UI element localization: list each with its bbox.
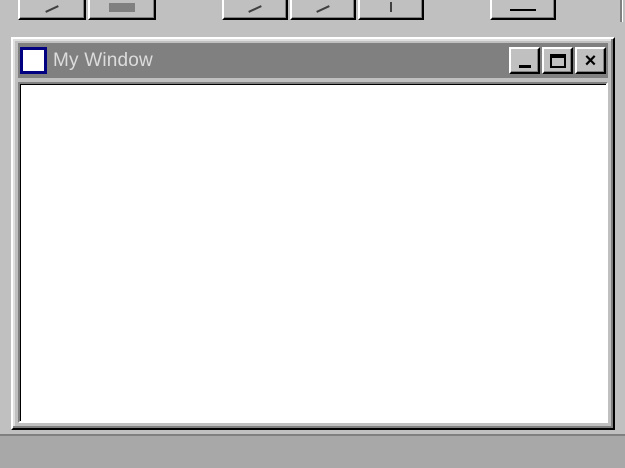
toolbar-button-3[interactable]	[222, 0, 288, 20]
toolbar-button-1[interactable]	[18, 0, 86, 20]
maximize-icon	[549, 53, 566, 68]
bottom-bar	[0, 434, 625, 468]
arrow-icon	[316, 5, 330, 13]
toolbar-button-4[interactable]	[290, 0, 356, 20]
my-window[interactable]: My Window ×	[11, 37, 615, 430]
window-title: My Window	[53, 49, 153, 71]
line-icon	[390, 2, 392, 12]
minimize-button[interactable]	[509, 47, 540, 74]
minimize-icon	[518, 65, 531, 68]
close-icon: ×	[584, 49, 597, 72]
window-titlebar[interactable]: My Window ×	[18, 43, 608, 78]
block-icon	[109, 3, 135, 12]
toolbar	[0, 0, 625, 26]
toolbar-separator	[620, 0, 623, 22]
toolbar-button-5[interactable]	[358, 0, 424, 20]
dash-icon	[510, 9, 536, 11]
toolbar-button-6[interactable]	[490, 0, 556, 20]
close-button[interactable]: ×	[575, 47, 606, 74]
arrow-icon	[45, 5, 59, 13]
window-controls: ×	[509, 47, 606, 74]
maximize-button[interactable]	[542, 47, 573, 74]
arrow-icon	[248, 5, 262, 13]
window-icon[interactable]	[20, 47, 47, 74]
window-client-area[interactable]	[18, 82, 608, 423]
toolbar-button-2[interactable]	[88, 0, 156, 20]
